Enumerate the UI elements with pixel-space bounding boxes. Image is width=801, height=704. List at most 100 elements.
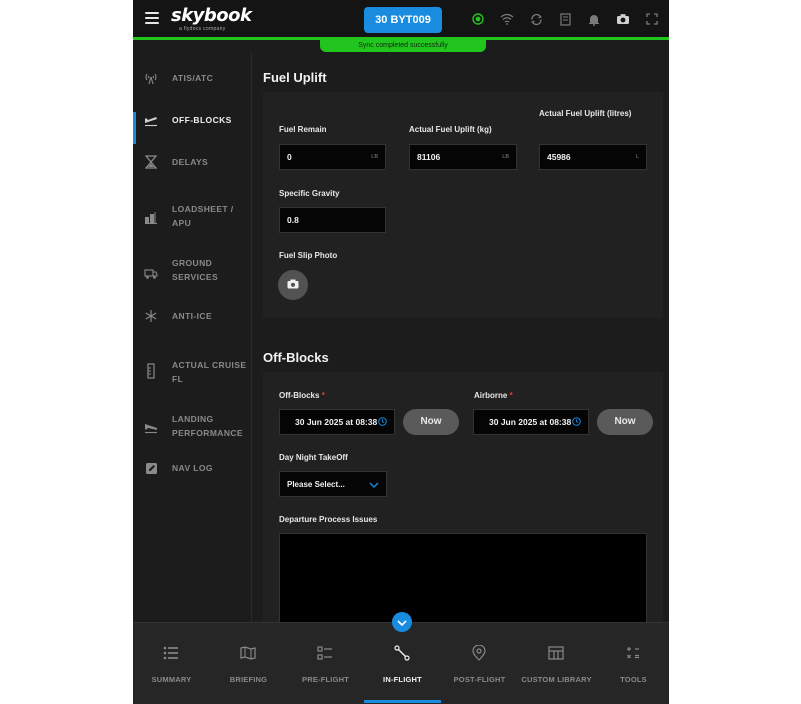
- specific-gravity-value: 0.8: [287, 215, 299, 225]
- sidebar-item-label: LANDING PERFORMANCE: [172, 414, 243, 438]
- off-blocks-time-value: 30 Jun 2025 at 08:38: [295, 417, 378, 427]
- logo-text: skybook: [171, 5, 252, 26]
- sidebar-item-label: ATIS/ATC: [172, 73, 214, 83]
- status-dot-icon[interactable]: [471, 12, 485, 26]
- list-icon: [163, 645, 179, 661]
- expand-icon[interactable]: [645, 12, 659, 26]
- airborne-label: Airborne *: [474, 391, 513, 400]
- fuel-uplift-card: Fuel Remain 0 LB Actual Fuel Uplift (kg)…: [263, 92, 663, 318]
- specific-gravity-label: Specific Gravity: [279, 189, 340, 198]
- nav-tools[interactable]: TOOLS: [595, 623, 669, 703]
- actual-uplift-litres-unit: L: [635, 154, 639, 160]
- nav-label: BRIEFING: [229, 675, 268, 684]
- calculator-icon: [625, 645, 641, 661]
- library-icon: [548, 645, 564, 661]
- airborne-time-value: 30 Jun 2025 at 08:38: [489, 417, 572, 427]
- actual-uplift-kg-unit: LB: [502, 154, 509, 160]
- fuel-remain-unit: LB: [371, 154, 378, 160]
- camera-icon: [287, 276, 299, 294]
- sync-toast: Sync completed successfully: [320, 40, 486, 52]
- sidebar-item-label: OFF-BLOCKS: [172, 115, 232, 125]
- sidebar-item-label: NAV LOG: [172, 463, 213, 473]
- altimeter-icon: [144, 363, 158, 379]
- location-pin-icon: [471, 645, 487, 661]
- fuel-remain-value: 0: [287, 152, 292, 162]
- nav-label: IN-FLIGHT: [383, 675, 422, 684]
- hourglass-icon: [144, 155, 158, 169]
- edit-icon: [144, 461, 158, 475]
- departure-process-issues-label: Departure Process Issues: [279, 515, 378, 524]
- required-marker: *: [321, 391, 325, 400]
- sidebar-item-label: ANTI-ICE: [172, 311, 213, 321]
- actual-uplift-kg-value: 81106: [417, 152, 441, 162]
- fuel-slip-camera-button[interactable]: [278, 270, 308, 300]
- sidebar-item-label: GROUND SERVICES: [172, 258, 219, 282]
- nav-in-flight[interactable]: IN-FLIGHT: [364, 623, 441, 703]
- nav-summary[interactable]: SUMMARY: [133, 623, 210, 703]
- snowflake-icon: [144, 309, 158, 323]
- nav-label: CUSTOM LIBRARY: [521, 675, 592, 684]
- fuel-remain-field[interactable]: 0 LB: [279, 144, 386, 170]
- off-blocks-time-field[interactable]: 30 Jun 2025 at 08:38: [279, 409, 395, 435]
- sidebar-item-label: DELAYS: [172, 157, 209, 167]
- route-icon: [394, 645, 410, 661]
- nav-label: POST-FLIGHT: [453, 675, 506, 684]
- airborne-time-field[interactable]: 30 Jun 2025 at 08:38: [473, 409, 589, 435]
- camera-icon[interactable]: [616, 12, 630, 26]
- hamburger-menu-icon[interactable]: [145, 12, 159, 24]
- nav-label: SUMMARY: [151, 675, 192, 684]
- logo-subtitle: a flydocs company: [179, 26, 226, 32]
- document-icon[interactable]: [558, 12, 572, 26]
- fuel-uplift-title: Fuel Uplift: [263, 70, 327, 85]
- sidebar-item-label: LOADSHEET / APU: [172, 204, 234, 228]
- flight-selector-button[interactable]: 30 BYT009: [364, 7, 442, 33]
- off-blocks-card: Off-Blocks * 30 Jun 2025 at 08:38 Now Ai…: [263, 372, 663, 622]
- nav-label: PRE-FLIGHT: [302, 675, 349, 684]
- landing-icon: [144, 420, 158, 434]
- nav-post-flight[interactable]: POST-FLIGHT: [441, 623, 518, 703]
- day-night-takeoff-select[interactable]: Please Select...: [279, 471, 387, 497]
- sidebar-item-label: ACTUAL CRUISE FL: [172, 360, 247, 384]
- day-night-takeoff-label: Day Night TakeOff: [279, 453, 348, 462]
- airborne-now-button[interactable]: Now: [597, 409, 653, 435]
- app-window: skybook a flydocs company 30 BYT009 Sync…: [133, 0, 669, 704]
- fuel-remain-label: Fuel Remain: [279, 125, 327, 134]
- loadsheet-icon: [144, 210, 158, 224]
- skybook-logo: skybook a flydocs company: [171, 5, 252, 34]
- off-blocks-now-button[interactable]: Now: [403, 409, 459, 435]
- fuel-slip-photo-label: Fuel Slip Photo: [279, 251, 338, 260]
- collapse-toggle-button[interactable]: [392, 612, 412, 632]
- required-marker: *: [509, 391, 513, 400]
- nav-label: TOOLS: [620, 675, 647, 684]
- off-blocks-title: Off-Blocks: [263, 350, 329, 365]
- main-content: Fuel Uplift Fuel Remain 0 LB Actual Fuel…: [253, 52, 669, 622]
- actual-uplift-litres-value: 45986: [547, 152, 571, 162]
- top-icons: [471, 9, 659, 29]
- actual-uplift-litres-label: Actual Fuel Uplift (litres): [539, 109, 632, 118]
- off-blocks-label: Off-Blocks *: [279, 391, 325, 400]
- actual-uplift-litres-field[interactable]: 45986 L: [539, 144, 647, 170]
- fuel-truck-icon: [144, 266, 158, 280]
- sync-icon[interactable]: [529, 12, 543, 26]
- checklist-icon: [317, 645, 333, 661]
- wifi-icon[interactable]: [500, 12, 514, 26]
- actual-uplift-kg-label: Actual Fuel Uplift (kg): [409, 125, 492, 134]
- bell-icon[interactable]: [587, 12, 601, 26]
- nav-pre-flight[interactable]: PRE-FLIGHT: [287, 623, 364, 703]
- chevron-down-icon: [369, 475, 379, 493]
- bottom-nav: SUMMARY BRIEFING PRE-FLIGHT IN-FLIGHT PO…: [133, 622, 669, 704]
- clock-icon: [378, 413, 387, 431]
- takeoff-icon: [144, 113, 158, 127]
- day-night-takeoff-value: Please Select...: [287, 479, 345, 489]
- specific-gravity-field[interactable]: 0.8: [279, 207, 386, 233]
- nav-custom-library[interactable]: CUSTOM LIBRARY: [518, 623, 595, 703]
- top-bar: skybook a flydocs company 30 BYT009: [133, 0, 669, 38]
- sidebar: ATIS/ATC OFF-BLOCKS DELAYS LOADSHEET / A…: [133, 52, 252, 622]
- departure-process-issues-textarea[interactable]: [279, 533, 647, 622]
- chevron-down-icon: [397, 613, 407, 631]
- clock-icon: [572, 413, 581, 431]
- nav-briefing[interactable]: BRIEFING: [210, 623, 287, 703]
- antenna-icon: [144, 71, 158, 85]
- actual-uplift-kg-field[interactable]: 81106 LB: [409, 144, 517, 170]
- map-icon: [240, 645, 256, 661]
